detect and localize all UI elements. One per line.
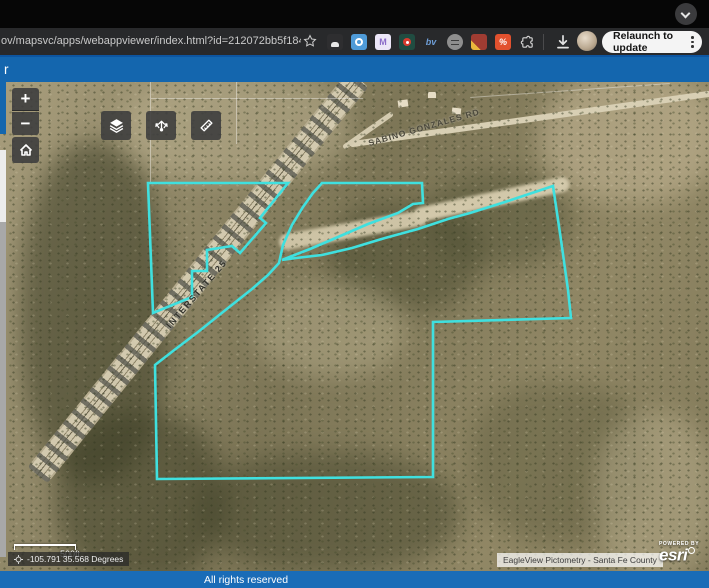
extension-camera-icon[interactable] [351,34,367,50]
home-icon [18,142,34,158]
zoom-in-button[interactable]: + [12,88,39,111]
interstate-25-label: INTERSTATE 25 [164,236,248,330]
arroyo-wash [413,176,571,224]
terrain-dark-patch [200,452,460,571]
esri-logo-block: POWERED BY esri [659,541,699,565]
measure-ruler-icon [198,117,215,134]
extension-m-icon[interactable]: M [375,34,391,50]
relaunch-to-update-button[interactable]: Relaunch to update [602,31,702,53]
window-edge-blue [0,82,6,134]
window-edge-scrollbar[interactable] [0,222,6,557]
extensions-puzzle-icon[interactable] [519,34,535,50]
building [452,108,462,115]
extension-bv-icon[interactable]: bv [423,34,439,50]
esri-logo-text: esri [659,545,687,564]
browser-menu-kebab-icon[interactable] [691,36,694,49]
parcel-boundary-main [155,183,571,479]
app-title-text: r [4,62,9,77]
coin-lines-icon [451,40,459,45]
camera-lens-icon [355,38,363,46]
bookmark-star-icon[interactable] [303,34,317,48]
layers-icon [108,117,125,134]
building [428,92,436,98]
terrain-dark-patch [470,382,650,542]
crosshair-icon [14,555,23,564]
window-top-strip [0,0,709,28]
interstate-25-roadway [27,82,368,483]
address-bar[interactable]: ov/mapsvc/apps/webappviewer/index.html?i… [1,35,301,47]
terrain-light-patch [255,282,405,377]
home-extent-button[interactable] [12,137,39,163]
extension-percent-icon[interactable]: % [495,34,511,50]
parcel-hairline [236,82,237,144]
relaunch-label: Relaunch to update [613,30,702,54]
chevron-down-button[interactable] [675,3,697,25]
footer-text: All rights reserved [204,574,288,586]
vegetation-speckle [0,82,709,571]
map-attribution: EagleView Pictometry - Santa Fe County [497,553,663,567]
chevron-down-icon [681,9,691,19]
coordinates-text: -105.791 35.568 Degrees [27,554,123,564]
terrain-light-patch [540,82,709,202]
profile-avatar[interactable] [577,31,597,51]
browser-window: ov/mapsvc/apps/webappviewer/index.html?i… [0,0,709,588]
terrain-dark-patch [330,202,480,312]
building [398,99,409,107]
window-edge-panel [0,150,6,222]
esri-globe-icon [688,547,695,554]
extension-record-icon[interactable] [399,34,415,50]
map-canvas[interactable]: INTERSTATE 25 SABINO GONZALES RD + − 500… [0,82,709,571]
terrain-dark-patch [20,142,170,482]
download-icon[interactable] [554,33,572,51]
layers-button[interactable] [101,111,131,140]
parcel-hairline [470,83,670,98]
arroyo-wash [278,209,428,251]
terrain-dark-patch [55,412,225,571]
app-footer: All rights reserved [0,571,709,588]
extension-row: M bv % [327,33,544,51]
extension-fox-icon[interactable] [471,34,487,50]
parcel-boundary-layer [0,82,709,571]
extension-cat-icon[interactable] [327,34,343,50]
parcel-boundary-west [148,183,288,313]
coordinate-readout: -105.791 35.568 Degrees [8,552,129,566]
zoom-out-button[interactable]: − [12,112,39,135]
kebab-dots [691,36,694,39]
share-button[interactable] [146,111,176,140]
app-title-bar: r [0,55,709,82]
parcel-hairline [151,98,363,99]
measure-button[interactable] [191,111,221,140]
browser-toolbar: ov/mapsvc/apps/webappviewer/index.html?i… [0,28,709,55]
extension-coin-icon[interactable] [447,34,463,50]
sabino-gonzales-rd-label: SABINO GONZALES RD [367,102,497,148]
record-dot-icon [403,38,411,46]
share-arrows-icon [153,117,170,134]
sabino-gonzales-road [349,91,709,148]
terrain-dark-patch [430,172,570,267]
cat-face-icon [331,42,339,47]
road-spur [342,111,394,150]
toolbar-divider [543,34,544,50]
